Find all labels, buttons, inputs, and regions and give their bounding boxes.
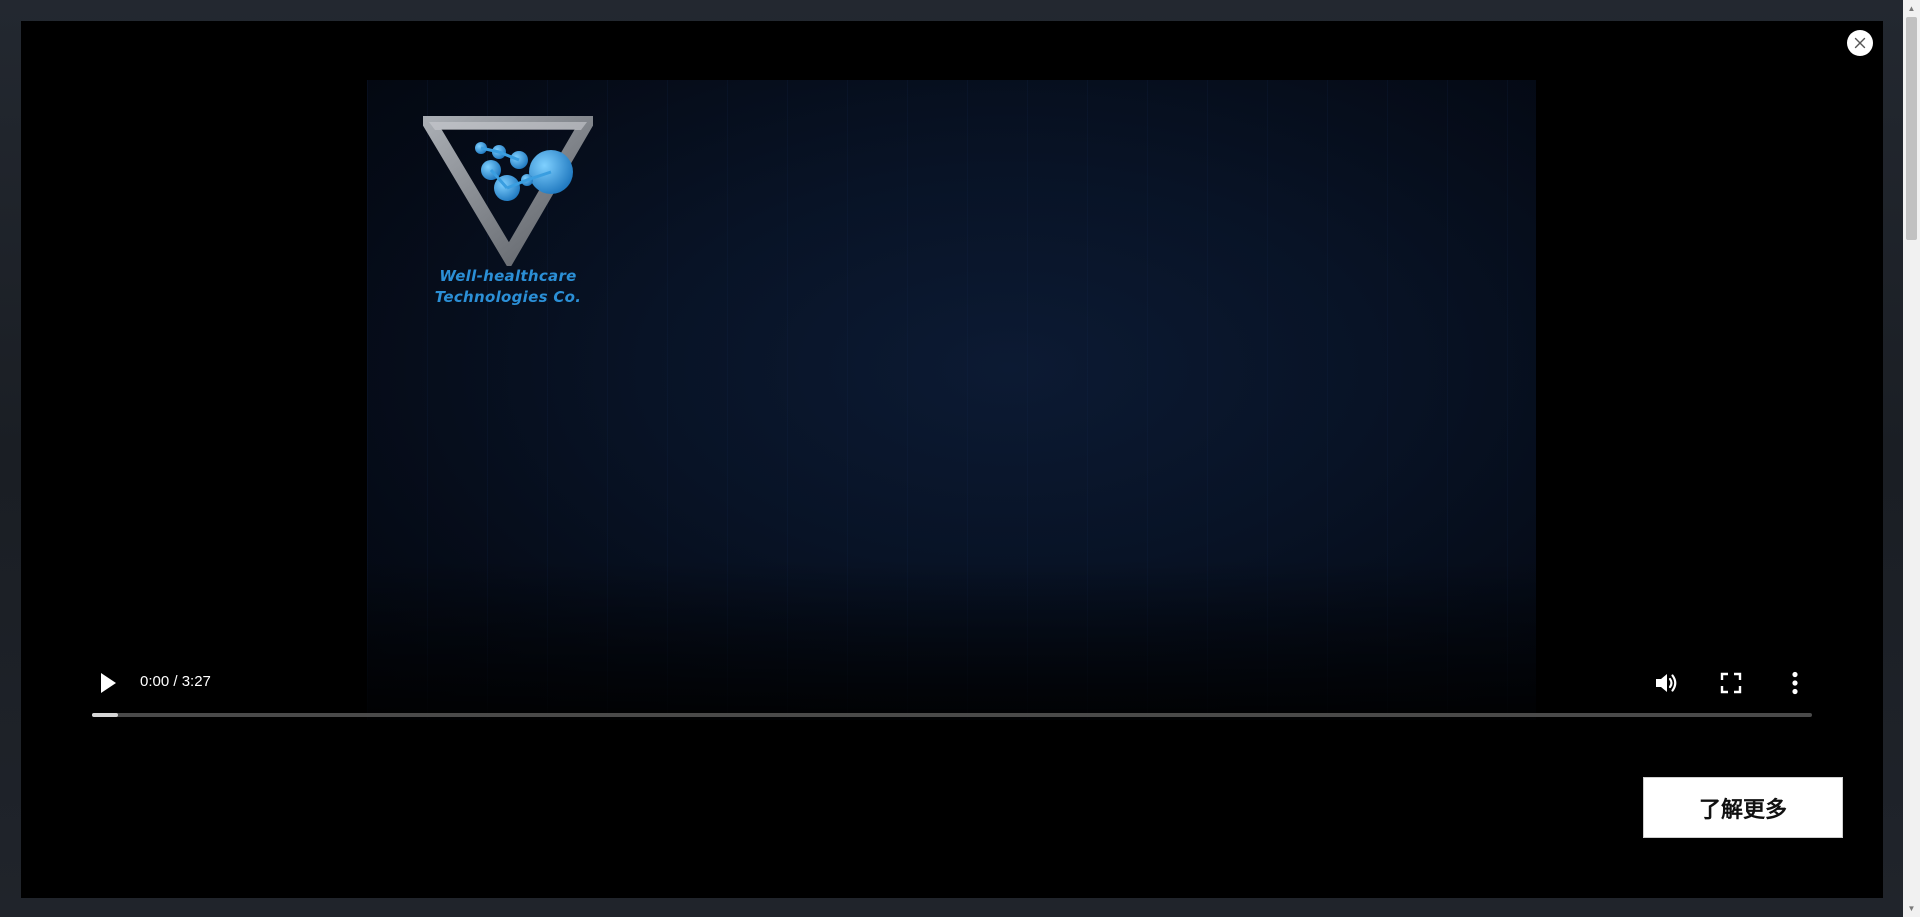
company-logo: Well-healthcare Technologies Co. bbox=[416, 115, 600, 316]
time-display: 0:00 / 3:27 bbox=[140, 673, 211, 690]
close-icon bbox=[1854, 37, 1866, 49]
learn-more-button[interactable]: 了解更多 bbox=[1643, 777, 1843, 838]
scroll-down-icon[interactable]: ▼ bbox=[1903, 900, 1920, 917]
logo-line-1: Well-healthcare bbox=[439, 267, 577, 285]
more-vertical-icon bbox=[1792, 671, 1798, 695]
page-scrollbar[interactable]: ▲ ▼ bbox=[1903, 0, 1920, 917]
logo-text: Well-healthcare Technologies Co. bbox=[423, 266, 593, 308]
mute-button[interactable] bbox=[1651, 667, 1683, 699]
logo-line-2: Technologies Co. bbox=[434, 288, 582, 306]
scroll-up-icon[interactable]: ▲ bbox=[1903, 0, 1920, 17]
progress-fill bbox=[92, 713, 118, 717]
close-button[interactable] bbox=[1847, 30, 1873, 56]
fullscreen-button[interactable] bbox=[1715, 667, 1747, 699]
play-button[interactable] bbox=[92, 667, 124, 699]
play-icon bbox=[101, 673, 116, 693]
logo-triangle-icon bbox=[416, 115, 600, 270]
more-options-button[interactable] bbox=[1779, 667, 1811, 699]
video-controls: 0:00 / 3:27 bbox=[92, 662, 1812, 704]
volume-icon bbox=[1656, 674, 1677, 692]
scrollbar-thumb[interactable] bbox=[1906, 17, 1917, 240]
video-player[interactable]: Well-healthcare Technologies Co. bbox=[367, 80, 1536, 720]
fullscreen-icon bbox=[1720, 672, 1742, 694]
progress-bar[interactable] bbox=[92, 713, 1812, 717]
